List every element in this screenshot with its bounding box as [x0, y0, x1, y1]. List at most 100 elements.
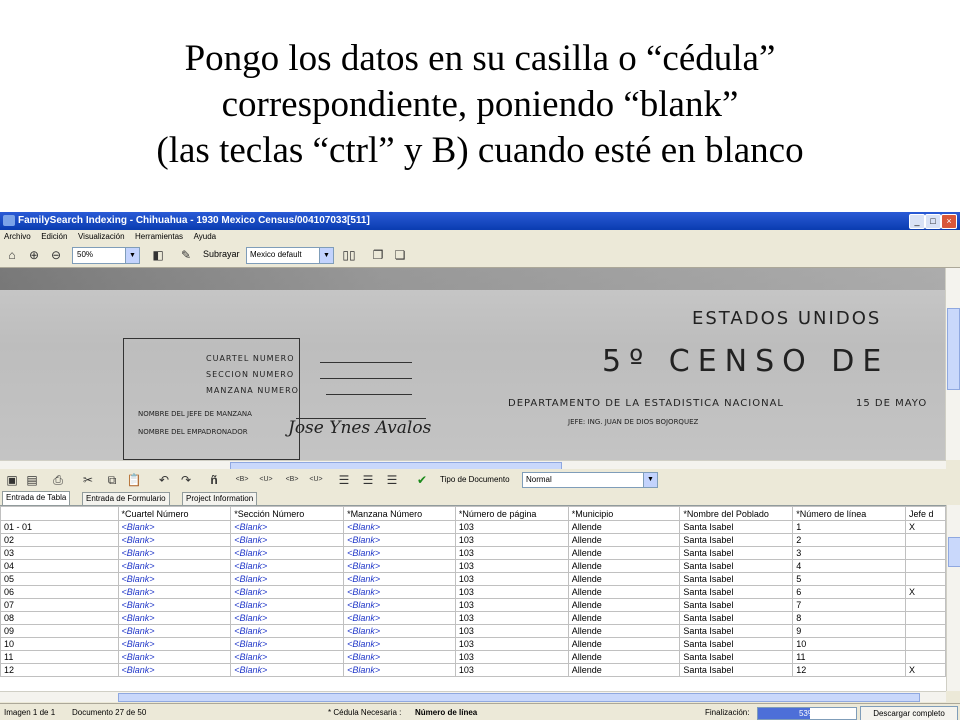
table-cell[interactable] — [904, 624, 946, 638]
table-cell[interactable]: Santa Isabel — [679, 559, 794, 573]
table-cell[interactable]: 4 — [792, 559, 906, 573]
table-cell[interactable]: <Blank> — [117, 637, 232, 651]
table-cell[interactable]: 9 — [792, 624, 906, 638]
table-cell[interactable]: 103 — [454, 611, 569, 625]
table-cell[interactable]: Allende — [567, 585, 681, 599]
record-blank-icon[interactable]: <B> — [234, 472, 250, 488]
column-header[interactable]: *Nombre del Poblado — [679, 506, 794, 521]
table-cell[interactable]: 5 — [792, 572, 906, 586]
zoom-out-icon[interactable]: ⊖ — [48, 247, 64, 263]
table-cell[interactable]: <Blank> — [117, 572, 232, 586]
table-cell[interactable]: 103 — [454, 663, 569, 677]
table-cell[interactable]: <Blank> — [117, 546, 232, 560]
table-cell[interactable]: 6 — [792, 585, 906, 599]
table-cell[interactable]: <Blank> — [117, 520, 232, 534]
table-cell[interactable]: Santa Isabel — [679, 533, 794, 547]
insert-row-icon[interactable]: ☰ — [336, 472, 352, 488]
table-cell[interactable] — [904, 650, 946, 664]
invert-image-icon[interactable]: ◧ — [150, 247, 166, 263]
descargar-completo-button[interactable]: Descargar completo — [860, 706, 958, 720]
table-cell[interactable]: Allende — [567, 559, 681, 573]
table-cell[interactable]: Allende — [567, 611, 681, 625]
table-cell[interactable]: <Blank> — [117, 650, 232, 664]
row-header-cell[interactable]: 03 — [0, 546, 119, 560]
table-cell[interactable] — [904, 637, 946, 651]
chevron-down-icon[interactable]: ▼ — [643, 473, 657, 487]
table-cell[interactable]: Allende — [567, 650, 681, 664]
chevron-down-icon[interactable]: ▼ — [319, 248, 333, 263]
table-cell[interactable] — [904, 598, 946, 612]
special-character-icon[interactable]: ñ — [206, 472, 222, 488]
table-cell[interactable]: Allende — [567, 572, 681, 586]
table-cell[interactable]: Santa Isabel — [679, 546, 794, 560]
table-cell[interactable]: <Blank> — [343, 585, 456, 599]
row-header-cell[interactable]: 04 — [0, 559, 119, 573]
menu-edicion[interactable]: Edición — [41, 230, 67, 243]
table-cell[interactable]: <Blank> — [343, 663, 456, 677]
subrayar-select[interactable]: Mexico default ▼ — [246, 247, 334, 264]
column-header[interactable]: *Número de línea — [792, 506, 906, 521]
record-unreadable-icon[interactable]: <U> — [258, 472, 274, 488]
table-cell[interactable]: <Blank> — [117, 559, 232, 573]
table-cell[interactable]: Allende — [567, 598, 681, 612]
row-header-cell[interactable]: 07 — [0, 598, 119, 612]
column-header[interactable]: *Municipio — [567, 506, 681, 521]
table-cell[interactable]: X — [904, 663, 946, 677]
table-cell[interactable]: Santa Isabel — [679, 611, 794, 625]
table-cell[interactable] — [904, 559, 946, 573]
table-cell[interactable]: Allende — [567, 637, 681, 651]
menu-archivo[interactable]: Archivo — [4, 230, 31, 243]
table-cell[interactable]: <Blank> — [230, 520, 345, 534]
table-cell[interactable]: 7 — [792, 598, 906, 612]
row-header-cell[interactable]: 10 — [0, 637, 119, 651]
row-header-cell[interactable]: 05 — [0, 572, 119, 586]
document-image-viewer[interactable]: ESTADOS UNIDOS 5º CENSO DE DEPARTAMENTO … — [0, 268, 946, 460]
table-cell[interactable]: Santa Isabel — [679, 520, 794, 534]
save-icon[interactable]: ▣ — [4, 472, 20, 488]
table-cell[interactable]: <Blank> — [343, 533, 456, 547]
table-cell[interactable]: <Blank> — [117, 598, 232, 612]
table-cell[interactable]: <Blank> — [230, 546, 345, 560]
table-cell[interactable]: X — [904, 585, 946, 599]
table-cell[interactable]: <Blank> — [343, 624, 456, 638]
table-cell[interactable]: Santa Isabel — [679, 585, 794, 599]
table-cell[interactable]: <Blank> — [230, 611, 345, 625]
table-cell[interactable]: Allende — [567, 663, 681, 677]
table-cell[interactable]: 103 — [454, 598, 569, 612]
highlight-pen-icon[interactable]: ✎ — [178, 247, 194, 263]
table-cell[interactable]: <Blank> — [230, 585, 345, 599]
table-cell[interactable]: <Blank> — [343, 637, 456, 651]
table-cell[interactable] — [904, 572, 946, 586]
table-cell[interactable]: 103 — [454, 520, 569, 534]
table-cell[interactable]: <Blank> — [117, 624, 232, 638]
paste-icon[interactable]: 📋 — [126, 472, 142, 488]
table-cell[interactable]: 11 — [792, 650, 906, 664]
table-cell[interactable]: <Blank> — [343, 546, 456, 560]
menu-ayuda[interactable]: Ayuda — [194, 230, 217, 243]
table-cell[interactable]: Santa Isabel — [679, 663, 794, 677]
redo-icon[interactable]: ↷ — [178, 472, 194, 488]
table-cell[interactable]: <Blank> — [343, 598, 456, 612]
table-cell[interactable]: Santa Isabel — [679, 572, 794, 586]
table-cell[interactable]: <Blank> — [230, 559, 345, 573]
table-cell[interactable]: <Blank> — [230, 533, 345, 547]
table-cell[interactable]: 1 — [792, 520, 906, 534]
table-cell[interactable]: 12 — [792, 663, 906, 677]
table-cell[interactable]: Allende — [567, 546, 681, 560]
table-cell[interactable]: 103 — [454, 637, 569, 651]
table-cell[interactable]: X — [904, 520, 946, 534]
table-cell[interactable]: <Blank> — [343, 572, 456, 586]
copy-image-icon[interactable]: ❐ — [370, 247, 386, 263]
table-cell[interactable] — [904, 611, 946, 625]
cut-icon[interactable]: ✂ — [80, 472, 96, 488]
print-icon[interactable]: ⎙ — [50, 472, 66, 488]
image-vertical-scrollbar[interactable] — [945, 268, 960, 460]
maximize-icon[interactable]: □ — [925, 214, 941, 229]
row-header-cell[interactable]: 12 — [0, 663, 119, 677]
table-cell[interactable]: 103 — [454, 546, 569, 560]
table-cell[interactable]: <Blank> — [343, 559, 456, 573]
tab-entrada-formulario[interactable]: Entrada de Formulario — [82, 492, 170, 505]
image-vscroll-thumb[interactable] — [947, 308, 960, 390]
table-cell[interactable]: <Blank> — [117, 611, 232, 625]
column-header[interactable]: *Sección Número — [230, 506, 345, 521]
